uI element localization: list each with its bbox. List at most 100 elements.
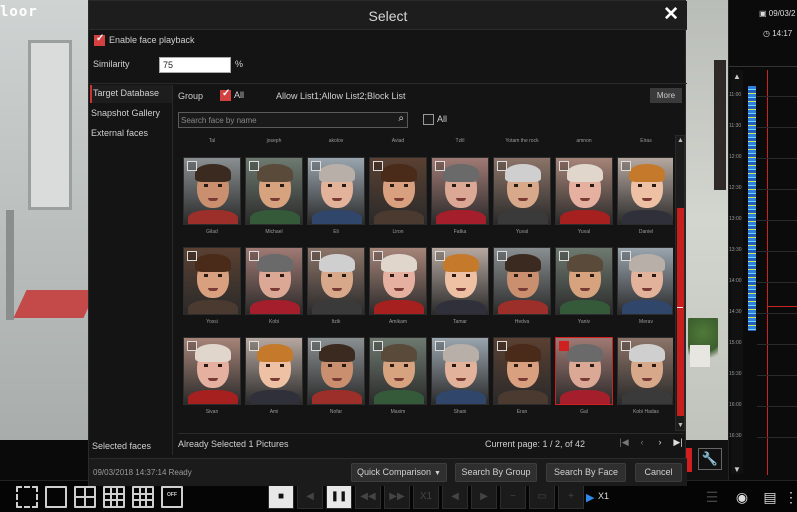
enable-face-playback-checkbox[interactable] bbox=[94, 33, 105, 47]
search-face-input[interactable] bbox=[181, 114, 386, 126]
face-select-checkbox[interactable] bbox=[249, 341, 259, 351]
prev-page-icon[interactable]: ‹ bbox=[636, 437, 648, 447]
search-icon[interactable]: ⌕ bbox=[398, 113, 404, 124]
face-thumbnail[interactable] bbox=[183, 337, 241, 405]
face-thumbnail[interactable] bbox=[555, 247, 613, 315]
face-select-checkbox[interactable] bbox=[621, 341, 631, 351]
face-thumbnail[interactable] bbox=[555, 337, 613, 405]
scroll-thumb[interactable] bbox=[677, 208, 684, 416]
search-all[interactable]: All bbox=[423, 114, 447, 126]
zoom-in-icon[interactable]: + bbox=[558, 485, 584, 509]
face-select-checkbox[interactable] bbox=[249, 161, 259, 171]
enable-face-playback[interactable]: Enable face playback bbox=[94, 33, 195, 47]
face-select-checkbox[interactable] bbox=[373, 341, 383, 351]
layout-off-icon[interactable]: OFF bbox=[161, 486, 183, 508]
play-icon[interactable]: ▶ bbox=[586, 491, 594, 504]
group-all-checkbox[interactable] bbox=[220, 88, 231, 102]
grid-menu-icon[interactable]: ☰ bbox=[700, 485, 724, 509]
next-frame-icon[interactable]: ▶ bbox=[471, 485, 497, 509]
stop-icon[interactable]: ■ bbox=[268, 485, 294, 509]
face-thumbnail[interactable] bbox=[431, 337, 489, 405]
group-all[interactable]: All bbox=[220, 88, 244, 102]
scroll-down-icon[interactable]: ▼ bbox=[677, 422, 684, 429]
face-select-checkbox[interactable] bbox=[311, 161, 321, 171]
face-select-checkbox[interactable] bbox=[497, 251, 507, 261]
face-thumbnail[interactable] bbox=[369, 157, 427, 225]
face-thumbnail[interactable] bbox=[183, 247, 241, 315]
quick-comparison-dropdown[interactable]: Quick Comparison ▼ bbox=[351, 463, 447, 482]
face-thumbnail[interactable] bbox=[369, 337, 427, 405]
timeline-scrollbar[interactable]: ▲ ▼ bbox=[731, 70, 743, 474]
fast-forward-icon[interactable]: ▶▶ bbox=[384, 485, 410, 509]
face-thumbnail[interactable] bbox=[493, 337, 551, 405]
face-thumbnail[interactable] bbox=[617, 337, 673, 405]
face-select-checkbox[interactable] bbox=[621, 251, 631, 261]
layout-9-icon[interactable] bbox=[103, 486, 125, 508]
face-select-checkbox[interactable] bbox=[373, 251, 383, 261]
face-thumbnail[interactable] bbox=[493, 247, 551, 315]
face-thumbnail[interactable] bbox=[307, 337, 365, 405]
face-thumbnail[interactable] bbox=[307, 157, 365, 225]
timeline-cursor[interactable] bbox=[767, 70, 768, 475]
face-thumbnail[interactable] bbox=[307, 247, 365, 315]
face-thumbnail[interactable] bbox=[431, 157, 489, 225]
play-reverse-icon[interactable]: ◀ bbox=[297, 485, 323, 509]
pause-icon[interactable]: ❚❚ bbox=[326, 485, 352, 509]
search-face-box[interactable]: ⌕ bbox=[178, 112, 408, 128]
scroll-up-icon[interactable]: ▲ bbox=[733, 72, 741, 81]
speed-dim-icon[interactable]: X1 bbox=[413, 485, 439, 509]
more-icon[interactable]: ⋮ bbox=[784, 485, 797, 509]
last-page-icon[interactable]: ▶| bbox=[672, 437, 684, 448]
face-thumbnail[interactable] bbox=[245, 157, 303, 225]
timeline-panel[interactable]: ▣ 09/03/2 ◷ 14:17 ▲ ▼ 11:00 11:30 12:00 12:… bbox=[728, 0, 797, 480]
rewind-icon[interactable]: ◀◀ bbox=[355, 485, 381, 509]
camera-snapshot-icon[interactable]: ◉ bbox=[730, 485, 754, 509]
selected-faces-label[interactable]: Selected faces bbox=[92, 441, 151, 451]
face-select-checkbox[interactable] bbox=[435, 341, 445, 351]
search-by-face-button[interactable]: Search By Face bbox=[546, 463, 626, 482]
camera-feed-right[interactable] bbox=[686, 0, 728, 440]
next-page-icon[interactable]: › bbox=[654, 437, 666, 447]
face-select-checkbox[interactable] bbox=[187, 341, 197, 351]
face-thumbnail[interactable] bbox=[555, 157, 613, 225]
face-thumbnail[interactable] bbox=[183, 157, 241, 225]
scroll-up-icon[interactable]: ▲ bbox=[677, 137, 684, 144]
close-icon[interactable]: ✕ bbox=[663, 3, 679, 26]
wrench-icon[interactable]: 🔧 bbox=[698, 448, 722, 470]
face-thumbnail[interactable] bbox=[617, 157, 673, 225]
face-select-checkbox[interactable] bbox=[435, 251, 445, 261]
similarity-input[interactable] bbox=[159, 57, 231, 73]
cancel-button[interactable]: Cancel bbox=[635, 463, 682, 482]
nav-external-faces[interactable]: External faces bbox=[90, 125, 172, 143]
zoom-level-icon[interactable]: ▭ bbox=[529, 485, 555, 509]
face-select-checkbox[interactable] bbox=[621, 161, 631, 171]
layout-1-icon[interactable] bbox=[45, 486, 67, 508]
search-by-group-button[interactable]: Search By Group bbox=[455, 463, 537, 482]
face-thumbnail[interactable] bbox=[245, 337, 303, 405]
timeline-recording-bar[interactable] bbox=[748, 86, 756, 331]
nav-snapshot-gallery[interactable]: Snapshot Gallery bbox=[90, 105, 172, 123]
face-select-checkbox[interactable] bbox=[187, 161, 197, 171]
camera-feed-left[interactable]: loor bbox=[0, 0, 90, 440]
face-select-checkbox[interactable] bbox=[311, 341, 321, 351]
face-select-checkbox[interactable] bbox=[435, 161, 445, 171]
face-select-checkbox[interactable] bbox=[187, 251, 197, 261]
fullscreen-icon[interactable] bbox=[16, 486, 38, 508]
face-thumbnail[interactable] bbox=[245, 247, 303, 315]
face-select-checkbox[interactable] bbox=[249, 251, 259, 261]
search-all-checkbox[interactable] bbox=[423, 114, 434, 126]
face-select-checkbox[interactable] bbox=[559, 341, 569, 351]
zoom-out-icon[interactable]: − bbox=[500, 485, 526, 509]
face-select-checkbox[interactable] bbox=[373, 161, 383, 171]
layout-16-icon[interactable] bbox=[132, 486, 154, 508]
face-select-checkbox[interactable] bbox=[497, 161, 507, 171]
scroll-down-icon[interactable]: ▼ bbox=[733, 465, 741, 474]
face-thumbnail[interactable] bbox=[617, 247, 673, 315]
face-thumbnail[interactable] bbox=[431, 247, 489, 315]
layout-4-icon[interactable] bbox=[74, 486, 96, 508]
backup-icon[interactable]: ▤ bbox=[758, 485, 782, 509]
face-select-checkbox[interactable] bbox=[559, 251, 569, 261]
face-grid-scrollbar[interactable]: ▲ ▼ bbox=[675, 135, 685, 431]
face-thumbnail[interactable] bbox=[493, 157, 551, 225]
face-thumbnail[interactable] bbox=[369, 247, 427, 315]
